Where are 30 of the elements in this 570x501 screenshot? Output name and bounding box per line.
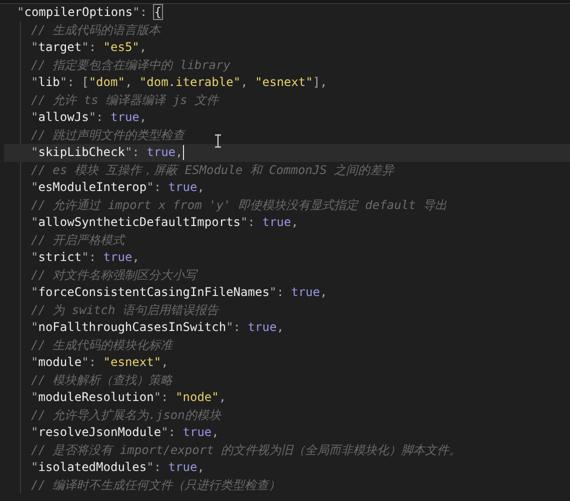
code-comment: // 对文件名称强制区分大小写 [31, 266, 197, 284]
code-comment: // 生成代码的语言版本 [31, 22, 161, 38]
code-comment: // 生成代码的模块化标准 [31, 336, 173, 354]
code-line: "forceConsistentCasingInFileNames": true, [31, 284, 328, 301]
code-comment: // 为 switch 语句启用错误报告 [31, 302, 218, 318]
code-line: "allowSyntheticDefaultImports": true, [31, 214, 298, 231]
code-line: "isolatedModules": true, [31, 459, 204, 476]
code-comment: // 是否将没有 import/export 的文件视为旧（全局而非模块化）脚本文件。 [31, 442, 462, 458]
text-cursor [182, 145, 184, 160]
code-line: "target": "es5", [31, 39, 147, 56]
code-line: "compilerOptions": { [17, 4, 162, 21]
text-cursor-icon [214, 134, 222, 148]
code-comment: // 模块解析（查找）策略 [31, 372, 173, 388]
code-line: "lib": ["dom", "dom.iterable", "esnext"], [31, 74, 328, 91]
code-comment: // 允许导入扩展名为.json的模块 [31, 406, 221, 424]
code-line: "esModuleInterop": true, [31, 179, 204, 196]
code-line: "resolveJsonModule": true, [31, 424, 219, 441]
code-line: "moduleResolution": "node", [31, 389, 226, 406]
code-comment: // 允许 ts 编译器编译 js 文件 [31, 92, 218, 108]
code-line: "noFallthroughCasesInSwitch": true, [31, 319, 284, 336]
code-comment: // 编译时不生成任何文件（只进行类型检查） [31, 476, 281, 494]
code-comment: // 指定要包含在编译中的 library [31, 56, 230, 74]
code-line: "allowJs": true, [31, 109, 147, 126]
code-line: "strict": true, [31, 249, 140, 266]
code-comment: // 开启严格模式 [31, 232, 125, 248]
code-line: "skipLibCheck": true, [31, 144, 183, 161]
code-comment: // 跳过声明文件的类型检查 [31, 126, 185, 144]
code-comment: // 允许通过 import x from 'y' 即使模块没有显式指定 default 导出 [31, 196, 447, 214]
code-comment: // es 模块 互操作，屏蔽 ESModule 和 CommonJS 之间的差异 [31, 162, 394, 178]
code-line: "module": "esnext", [31, 354, 168, 371]
